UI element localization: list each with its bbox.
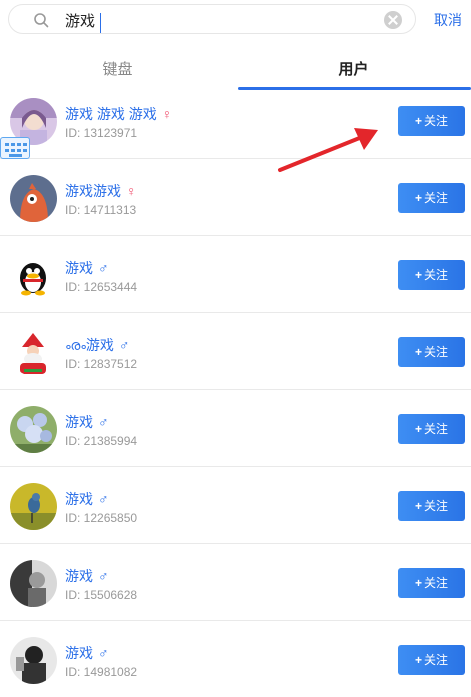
- plus-icon: +: [414, 191, 422, 205]
- male-icon: ♂: [98, 414, 109, 430]
- user-id: ID: 12837512: [65, 357, 138, 371]
- avatar[interactable]: [10, 252, 57, 299]
- plus-icon: +: [414, 268, 422, 282]
- avatar[interactable]: [10, 483, 57, 530]
- avatar[interactable]: [10, 637, 57, 684]
- user-id: ID: 12265850: [65, 511, 138, 525]
- plus-icon: +: [414, 576, 422, 590]
- user-name-line: 游戏游戏 ♀: [65, 181, 137, 201]
- plus-icon: +: [414, 114, 422, 128]
- user-name[interactable]: 游戏: [65, 491, 93, 507]
- avatar[interactable]: [10, 406, 57, 453]
- user-list: 游戏 游戏 游戏 ♀ ID: 13123971 + 关注 游戏游戏 ♀ ID: 147…: [0, 82, 471, 697]
- search-box[interactable]: [8, 4, 416, 34]
- user-name[interactable]: ൟ游戏: [65, 337, 114, 353]
- user-name[interactable]: 游戏: [65, 260, 93, 276]
- plus-icon: +: [414, 345, 422, 359]
- plus-icon: +: [414, 422, 422, 436]
- follow-button[interactable]: + 关注: [398, 491, 465, 521]
- male-icon: ♂: [98, 645, 109, 661]
- user-row[interactable]: 游戏 ♂ ID: 12265850 + 关注: [0, 467, 471, 544]
- text-caret: [100, 13, 101, 33]
- user-id: ID: 14981082: [65, 665, 138, 679]
- user-name[interactable]: 游戏: [65, 645, 93, 661]
- search-input[interactable]: [65, 9, 365, 31]
- user-id: ID: 21385994: [65, 434, 138, 448]
- male-icon: ♂: [118, 337, 130, 353]
- follow-button[interactable]: + 关注: [398, 645, 465, 675]
- user-name-line: 游戏 ♂: [65, 489, 109, 509]
- plus-icon: +: [414, 653, 422, 667]
- user-id: ID: 15506628: [65, 588, 138, 602]
- cancel-button[interactable]: 取消: [434, 10, 462, 30]
- user-id: ID: 13123971: [65, 126, 138, 140]
- follow-label: 关注: [424, 499, 449, 513]
- user-row[interactable]: 游戏 ♂ ID: 12653444 + 关注: [0, 236, 471, 313]
- follow-button[interactable]: + 关注: [398, 106, 465, 136]
- follow-label: 关注: [424, 576, 449, 590]
- follow-button[interactable]: + 关注: [398, 337, 465, 367]
- avatar[interactable]: [10, 175, 57, 222]
- user-id: ID: 12653444: [65, 280, 138, 294]
- female-icon: ♀: [161, 106, 173, 122]
- user-name-line: 游戏 ♂: [65, 643, 109, 663]
- follow-label: 关注: [424, 345, 449, 359]
- user-name-line: 游戏 ♂: [65, 258, 109, 278]
- user-name-line: ൟ游戏 ♂: [65, 335, 129, 355]
- user-name[interactable]: 游戏: [65, 414, 93, 430]
- follow-label: 关注: [424, 191, 449, 205]
- user-row[interactable]: 游戏游戏 ♀ ID: 14711313 + 关注: [0, 159, 471, 236]
- clear-icon[interactable]: [384, 11, 402, 29]
- follow-button[interactable]: + 关注: [398, 568, 465, 598]
- user-name-line: 游戏 游戏 游戏 ♀: [65, 104, 172, 124]
- search-bar: 取消: [0, 0, 471, 40]
- avatar[interactable]: [10, 329, 57, 376]
- follow-button[interactable]: + 关注: [398, 260, 465, 290]
- follow-button[interactable]: + 关注: [398, 183, 465, 213]
- follow-label: 关注: [424, 114, 449, 128]
- follow-label: 关注: [424, 268, 449, 282]
- user-row[interactable]: 游戏 ♂ ID: 14981082 + 关注: [0, 621, 471, 697]
- user-name[interactable]: 游戏游戏: [65, 183, 121, 199]
- male-icon: ♂: [98, 568, 109, 584]
- user-row[interactable]: ൟ游戏 ♂ ID: 12837512 + 关注: [0, 313, 471, 390]
- keyboard-icon[interactable]: [0, 137, 30, 159]
- search-icon: [34, 13, 49, 28]
- user-row[interactable]: 游戏 ♂ ID: 15506628 + 关注: [0, 544, 471, 621]
- user-name-line: 游戏 ♂: [65, 566, 109, 586]
- user-name[interactable]: 游戏 游戏 游戏: [65, 106, 157, 122]
- follow-label: 关注: [424, 422, 449, 436]
- avatar[interactable]: [10, 560, 57, 607]
- follow-button[interactable]: + 关注: [398, 414, 465, 444]
- user-row[interactable]: 游戏 ♂ ID: 21385994 + 关注: [0, 390, 471, 467]
- user-name-line: 游戏 ♂: [65, 412, 109, 432]
- follow-label: 关注: [424, 653, 449, 667]
- male-icon: ♂: [98, 260, 109, 276]
- male-icon: ♂: [98, 491, 109, 507]
- user-name[interactable]: 游戏: [65, 568, 93, 584]
- user-row[interactable]: 游戏 游戏 游戏 ♀ ID: 13123971 + 关注: [0, 82, 471, 159]
- plus-icon: +: [414, 499, 422, 513]
- female-icon: ♀: [126, 183, 137, 199]
- annotation-arrow-icon: [278, 128, 378, 172]
- user-id: ID: 14711313: [65, 203, 137, 217]
